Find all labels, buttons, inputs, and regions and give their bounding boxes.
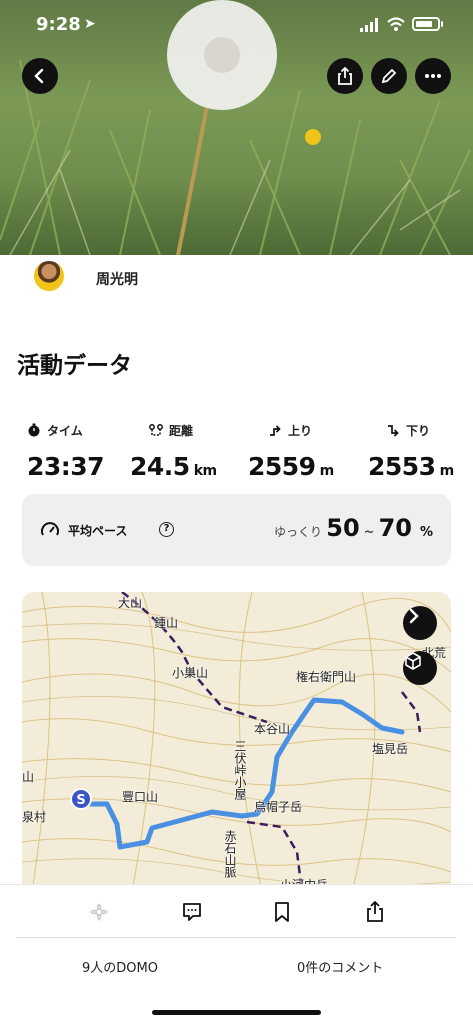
battery-icon — [412, 17, 440, 31]
user-name[interactable]: 周光明 — [96, 269, 138, 289]
section-title: 活動データ — [17, 353, 132, 379]
bookmark-button[interactable] — [269, 899, 295, 925]
bottom-bar: 9人のDOMO 0件のコメント — [0, 884, 473, 1024]
stat-distance: 距離 24.5 km — [130, 420, 261, 482]
start-marker[interactable]: S — [70, 788, 92, 810]
stat-descent-label: 下り — [406, 423, 431, 438]
share-bottom-button[interactable] — [362, 899, 388, 925]
cellular-signal-icon — [360, 18, 378, 32]
map-label: 権右衛門山 — [296, 670, 357, 684]
pace-range: 50 ~ 70 % — [326, 514, 433, 542]
average-pace-card[interactable]: 平均ペース ? ゆっくり 50 ~ 70 % — [22, 494, 451, 566]
descent-icon — [388, 425, 399, 437]
stat-time: タイム 23:37 — [27, 420, 145, 481]
comment-icon — [183, 903, 201, 921]
pace-label: 平均ペース — [68, 524, 128, 538]
stat-distance-label: 距離 — [169, 423, 194, 438]
map-label: 烏帽子岳 — [254, 800, 303, 814]
map-label: 山 — [22, 770, 35, 784]
map-label: 本谷山 — [254, 722, 291, 736]
wifi-icon — [387, 17, 405, 31]
stat-distance-unit: km — [193, 463, 217, 479]
share-button[interactable] — [327, 58, 363, 94]
share-icon — [367, 901, 383, 922]
edit-pencil-icon — [381, 68, 397, 84]
back-button[interactable] — [22, 58, 58, 94]
stat-descent-value: 2553 — [368, 452, 436, 481]
map-label: 赤石山脈 — [223, 830, 237, 878]
comment-button[interactable] — [179, 899, 205, 925]
map-label: 三伏峠小屋 — [233, 740, 247, 800]
stat-descent: 下り 2553 m — [368, 420, 473, 482]
map-expand-button[interactable] — [403, 606, 437, 640]
stat-ascent-label: 上り — [288, 423, 313, 438]
home-indicator — [152, 1010, 321, 1015]
map-3d-button[interactable] — [403, 651, 437, 685]
status-time: 9:28 — [36, 14, 81, 35]
map-label: 大山 — [118, 596, 143, 610]
stat-ascent-unit: m — [319, 463, 335, 479]
edit-button[interactable] — [371, 58, 407, 94]
stat-descent-unit: m — [439, 463, 455, 479]
cube-3d-icon — [405, 652, 421, 670]
chevron-right-icon — [409, 608, 419, 624]
chevron-left-icon — [34, 68, 44, 84]
more-button[interactable] — [415, 58, 451, 94]
pace-description: ゆっくり — [274, 525, 323, 539]
divider — [17, 937, 456, 938]
stat-time-value: 23:37 — [27, 452, 105, 481]
flower-icon — [90, 903, 108, 921]
more-icon — [425, 74, 441, 78]
domo-count[interactable]: 9人のDOMO — [82, 957, 158, 976]
stopwatch-icon — [28, 423, 40, 437]
route-icon — [149, 424, 163, 436]
stat-distance-value: 24.5 — [130, 452, 190, 481]
stat-time-label: タイム — [47, 423, 83, 438]
map-label: 小巣山 — [172, 666, 209, 680]
bookmark-icon — [275, 902, 289, 922]
status-bar: 9:28 ➤ — [0, 0, 473, 50]
comment-count[interactable]: 0件のコメント — [297, 957, 383, 976]
stat-ascent-value: 2559 — [248, 452, 316, 481]
pace-unit: % — [419, 525, 433, 540]
domo-button[interactable] — [86, 899, 112, 925]
map-label: 鍾山 — [154, 616, 179, 630]
map-label: 塩見岳 — [372, 742, 409, 756]
ascent-icon — [270, 425, 281, 436]
pace-min: 50 — [326, 514, 360, 542]
avatar[interactable] — [32, 259, 66, 293]
pace-tilde: ~ — [363, 525, 375, 540]
route-map[interactable]: 大山 鍾山 小巣山 権右衛門山 本谷山 塩見岳 三伏峠小屋 豐口山 烏帽子岳 赤… — [22, 592, 451, 892]
map-label: 泉村 — [22, 810, 47, 824]
location-arrow-icon: ➤ — [84, 16, 96, 32]
speedometer-icon — [41, 522, 59, 536]
share-icon — [338, 66, 352, 85]
pace-max: 70 — [378, 514, 412, 542]
help-icon[interactable]: ? — [159, 522, 174, 537]
map-label: 豐口山 — [122, 790, 159, 804]
